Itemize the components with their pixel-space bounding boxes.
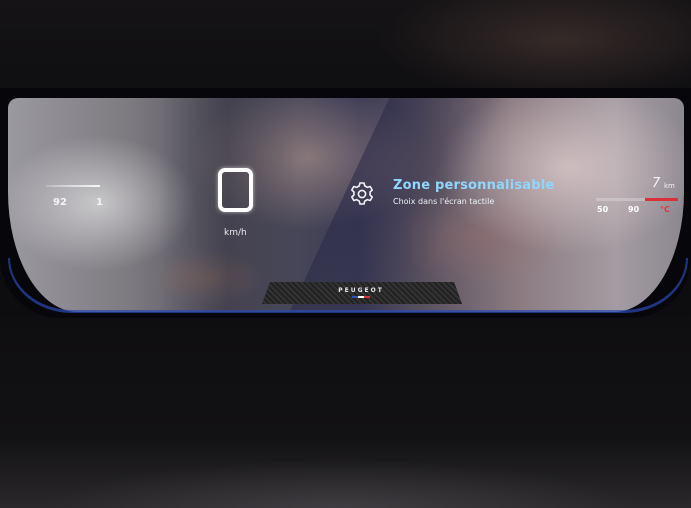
range-unit: km	[664, 182, 675, 190]
temperature-tick-low: 50	[597, 205, 609, 214]
tricolor-stripe	[352, 296, 370, 298]
zone-title: Zone personnalisable	[393, 178, 555, 193]
left-gauge-secondary-value: 1	[96, 197, 103, 208]
temperature-unit: °C	[660, 205, 670, 214]
gear-icon	[351, 182, 373, 205]
temperature-gauge-bar	[596, 198, 678, 201]
speed-digit	[218, 168, 253, 212]
brand-logo: PEUGEOT	[338, 287, 384, 294]
left-gauge-scale	[46, 185, 100, 187]
lower-dashboard	[0, 330, 691, 508]
temperature-tick-high: 90	[628, 205, 640, 214]
range-value: 7	[652, 176, 661, 191]
speed-unit: km/h	[224, 228, 247, 238]
left-gauge-value: 92	[53, 197, 67, 208]
dashboard-photo: 92 1 km/h Zone personnalisable Choix dan…	[0, 0, 691, 508]
zone-subtitle: Choix dans l'écran tactile	[393, 197, 495, 206]
